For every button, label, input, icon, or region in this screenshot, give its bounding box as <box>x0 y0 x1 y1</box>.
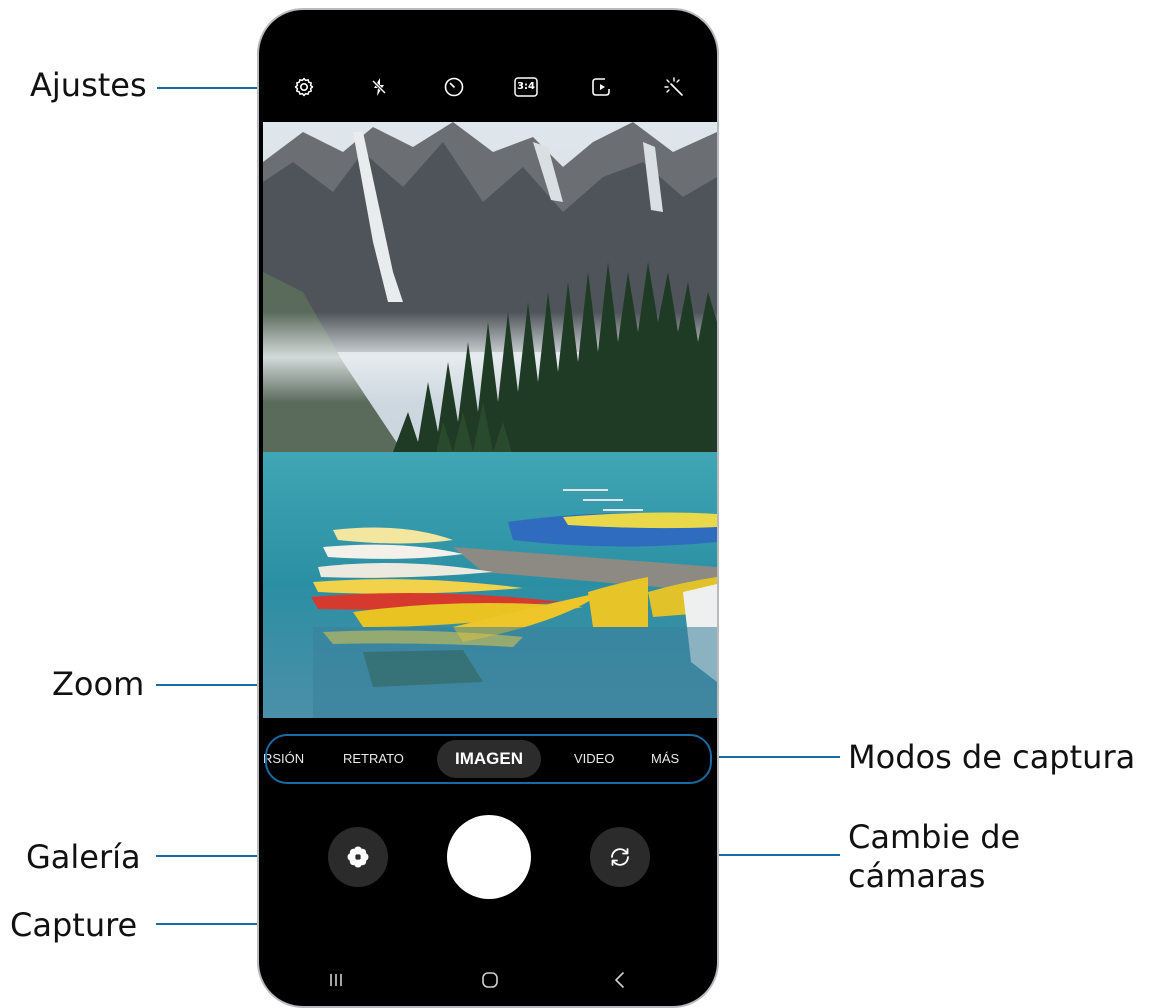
capture-modes-highlight <box>265 734 712 784</box>
shutter-button[interactable] <box>447 815 531 899</box>
gallery-flower-icon <box>347 846 369 868</box>
filters-icon[interactable] <box>659 72 689 102</box>
flash-off-icon[interactable] <box>364 72 394 102</box>
aspect-ratio-icon[interactable]: 3:4 <box>511 72 541 102</box>
motion-photo-icon[interactable] <box>586 72 616 102</box>
callout-capture: Capture <box>10 906 138 944</box>
callout-gallery: Galería <box>26 838 141 876</box>
camera-top-bar: 3:4 <box>259 10 717 122</box>
settings-icon[interactable] <box>289 72 319 102</box>
switch-camera-icon <box>611 848 629 866</box>
timer-icon[interactable] <box>439 72 469 102</box>
switch-camera-button[interactable] <box>590 827 650 887</box>
gallery-button[interactable] <box>328 827 388 887</box>
back-icon[interactable] <box>605 965 635 995</box>
callout-zoom: Zoom <box>52 665 145 703</box>
home-icon[interactable] <box>475 965 505 995</box>
camera-viewfinder[interactable]: .5 1× 2 <box>263 122 717 718</box>
phone-frame: 3:4 RSIÓN RETRATO IMAGEN VIDEO MÁS <box>257 8 719 1008</box>
callout-switch-cameras-line1: Cambie de <box>848 818 1021 856</box>
recent-apps-icon[interactable] <box>321 965 351 995</box>
callout-capture-modes-line <box>712 756 840 758</box>
callout-settings: Ajustes <box>30 66 147 104</box>
callout-capture-modes: Modos de captura <box>848 738 1136 776</box>
system-nav-bar <box>259 955 717 1005</box>
callout-switch-cameras-line2: cámaras <box>848 857 986 895</box>
aspect-ratio-label: 3:4 <box>517 81 535 92</box>
